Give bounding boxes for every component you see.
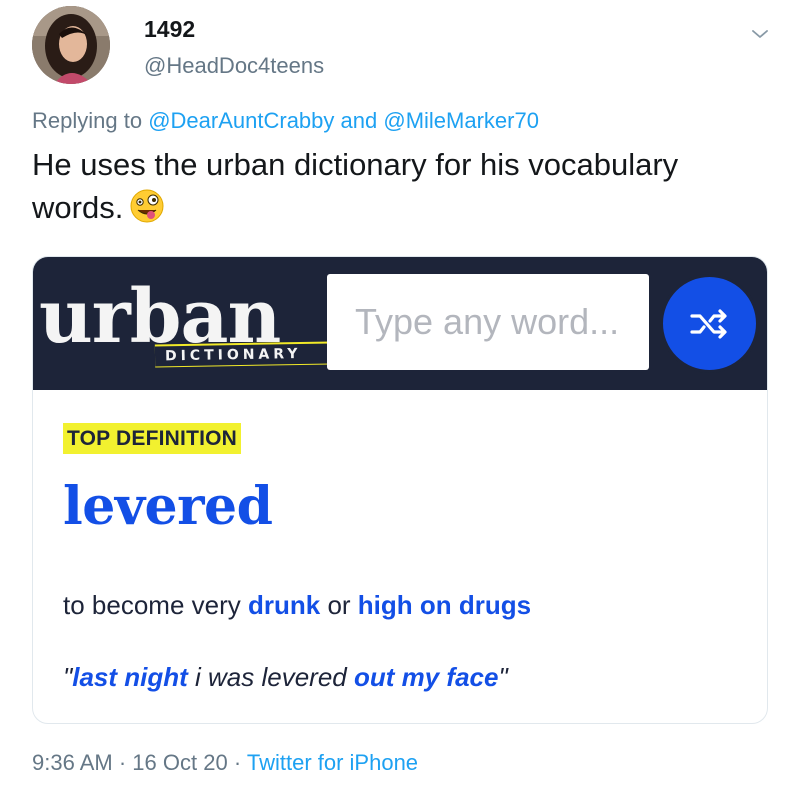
display-name[interactable]: 1492 [144,16,195,43]
example-text: "last night i was levered out my face" [63,662,508,693]
avatar-photo [32,6,110,84]
logo-tag: DICTIONARY [154,341,332,368]
tweet-source-link[interactable]: Twitter for iPhone [247,750,418,775]
mention-link[interactable]: @MileMarker70 [383,108,539,133]
example-link[interactable]: out my face [354,662,499,692]
tweet-text: He uses the urban dictionary for his voc… [32,143,777,229]
definition-text: to become very drunk or high on drugs [63,590,531,621]
logo-tag-text: DICTIONARY [154,343,332,367]
tweet-time: 9:36 AM [32,750,113,775]
example-quote: " [498,662,508,692]
zany-face-emoji-icon [130,189,164,223]
tweet-date: 16 Oct 20 [132,750,228,775]
meta-separator: · [233,750,242,775]
example-quote: " [63,662,73,692]
avatar[interactable] [32,6,110,84]
tweet-meta: 9:36 AM · 16 Oct 20 · Twitter for iPhone [32,750,418,776]
user-handle[interactable]: @HeadDoc4teens [144,53,324,79]
definition-part: or [320,590,358,620]
definition-part: to become very [63,590,248,620]
example-link[interactable]: last night [72,662,188,692]
reply-context: Replying to @DearAuntCrabby and @MileMar… [32,108,539,134]
urban-dictionary-logo[interactable]: urban DICTIONARY [39,277,339,377]
reply-conjunction: and [340,108,378,133]
random-word-button[interactable] [660,274,759,373]
chevron-down-icon[interactable] [748,22,772,46]
definition-link[interactable]: high on drugs [358,590,531,620]
definition-link[interactable]: drunk [248,590,320,620]
search-input[interactable] [327,274,649,370]
meta-separator: · [118,750,127,775]
defined-word[interactable]: levered [63,476,273,537]
reply-prefix: Replying to [32,108,143,133]
top-definition-label: TOP DEFINITION [63,423,242,454]
image-card[interactable]: urban DICTIONARY TOP DEFINITION levered … [32,256,768,724]
example-part: i was levered [187,662,354,692]
mention-link[interactable]: @DearAuntCrabby [148,108,334,133]
definition-panel: TOP DEFINITION levered to become very dr… [33,390,767,723]
shuffle-icon [689,308,727,339]
ud-header: urban DICTIONARY [33,257,767,390]
